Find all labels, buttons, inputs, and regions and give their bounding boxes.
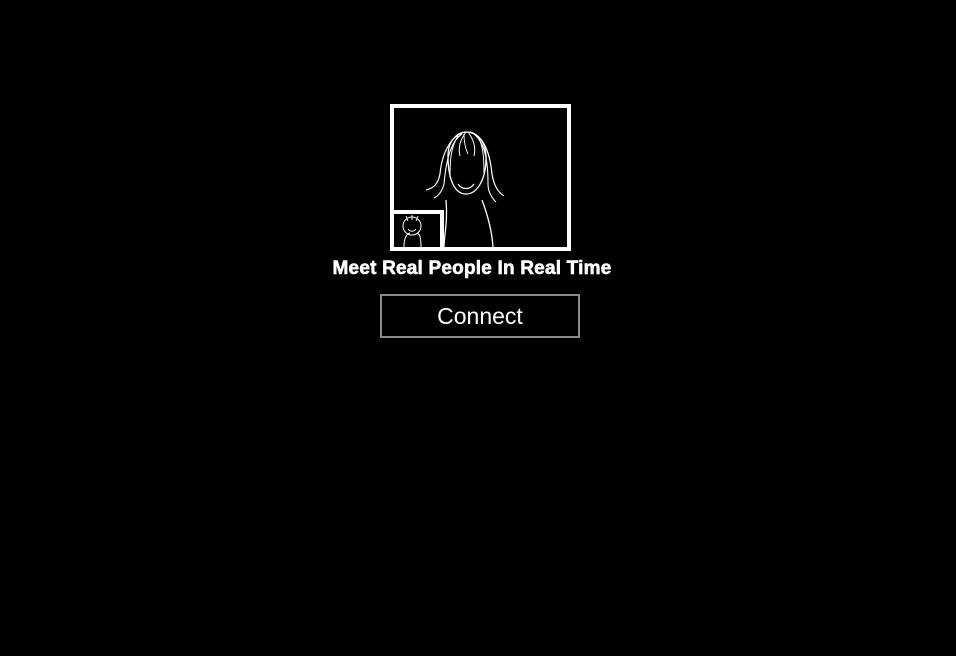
connect-button[interactable]: Connect (380, 294, 580, 338)
tagline: Meet Real People In Real Time (332, 258, 612, 280)
video-chat-logo-icon (390, 104, 572, 252)
